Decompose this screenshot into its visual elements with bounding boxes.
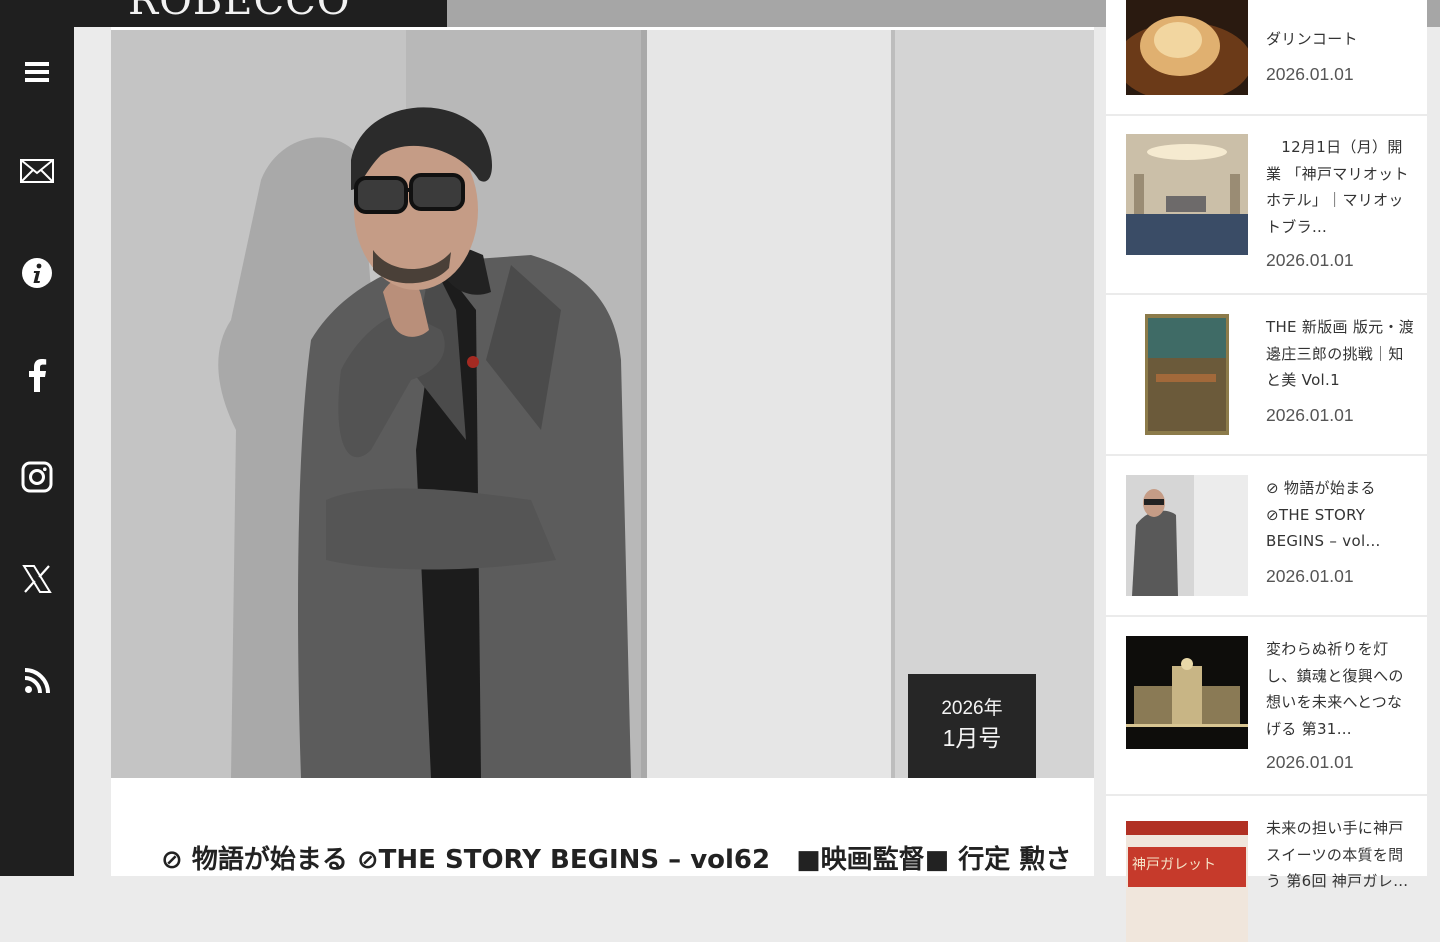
related-date: 2026.01.01: [1266, 64, 1354, 84]
facebook-button[interactable]: [0, 340, 74, 410]
issue-month: 1月号: [942, 725, 1002, 751]
related-thumbnail: [1126, 0, 1248, 95]
hamburger-menu-icon: [25, 62, 49, 82]
rss-button[interactable]: [0, 646, 74, 716]
related-title: ダリンコート: [1266, 30, 1358, 48]
related-title: 未来の担い手に神戸スイーツの本質を問う 第6回 神戸ガレ…: [1266, 819, 1409, 890]
related-title: 12月1日（月）開業 「神戸マリオットホテル」｜マリオットブラ…: [1266, 138, 1409, 236]
site-logo[interactable]: ROBECCO: [74, 0, 447, 27]
logo-text: ROBECCO: [128, 0, 351, 24]
article-title[interactable]: ⊘ 物語が始まる ⊘THE STORY BEGINS – vol62 ■映画監督…: [161, 839, 1081, 876]
related-card[interactable]: ⊘ 物語が始まる ⊘THE STORY BEGINS – vol… 2026.0…: [1106, 456, 1427, 615]
related-thumbnail: 神戸ガレット: [1126, 821, 1248, 942]
x-icon: [22, 565, 52, 593]
related-thumbnail: [1126, 134, 1248, 255]
issue-year: 2026年: [941, 698, 1003, 719]
related-date: 2026.01.01: [1266, 752, 1354, 772]
related-thumbnail: [1126, 475, 1248, 596]
related-title: THE 新版画 版元・渡邊庄三郎の挑戦｜知と美 Vol.1: [1266, 318, 1415, 389]
facebook-icon: [29, 359, 47, 392]
related-card[interactable]: 神戸ガレット 未来の担い手に神戸スイーツの本質を問う 第6回 神戸ガレ…: [1106, 796, 1427, 942]
mail-button[interactable]: [0, 136, 74, 206]
instagram-icon: [21, 461, 53, 493]
related-title: ⊘ 物語が始まる ⊘THE STORY BEGINS – vol…: [1266, 479, 1381, 550]
related-card[interactable]: ダリンコート 2026.01.01: [1106, 0, 1427, 114]
related-title: 変わらぬ祈りを灯し、鎮魂と復興への想いを未来へとつなげる 第31…: [1266, 640, 1404, 738]
info-button[interactable]: [0, 238, 74, 308]
issue-date-badge: 2026年 1月号: [908, 674, 1036, 778]
related-date: 2026.01.01: [1266, 250, 1354, 270]
related-date: 2026.01.01: [1266, 566, 1354, 586]
related-card[interactable]: 12月1日（月）開業 「神戸マリオットホテル」｜マリオットブラ… 2026.01…: [1106, 116, 1427, 293]
x-button[interactable]: [0, 544, 74, 614]
left-sidebar: [0, 0, 74, 876]
related-thumbnail: [1126, 636, 1248, 749]
info-icon: [22, 258, 52, 288]
menu-button[interactable]: [0, 37, 74, 107]
related-thumbnail: [1126, 314, 1248, 435]
instagram-button[interactable]: [0, 442, 74, 512]
related-date: 2026.01.01: [1266, 405, 1354, 425]
article-main: 2026年 1月号 ⊘ 物語が始まる ⊘THE STORY BEGINS – v…: [111, 27, 1094, 876]
mail-icon: [20, 159, 54, 183]
rss-icon: [24, 668, 50, 694]
svg-text:神戸ガレット: 神戸ガレット: [1132, 857, 1216, 873]
hero-image[interactable]: [111, 30, 1094, 778]
portrait-photo: [111, 30, 1094, 778]
related-card[interactable]: 変わらぬ祈りを灯し、鎮魂と復興への想いを未来へとつなげる 第31… 2026.0…: [1106, 617, 1427, 794]
related-articles-list: ダリンコート 2026.01.01 12月1日（月）開業 「神戸マリオットホテル…: [1106, 0, 1427, 942]
related-card[interactable]: THE 新版画 版元・渡邊庄三郎の挑戦｜知と美 Vol.1 2026.01.01: [1106, 295, 1427, 454]
